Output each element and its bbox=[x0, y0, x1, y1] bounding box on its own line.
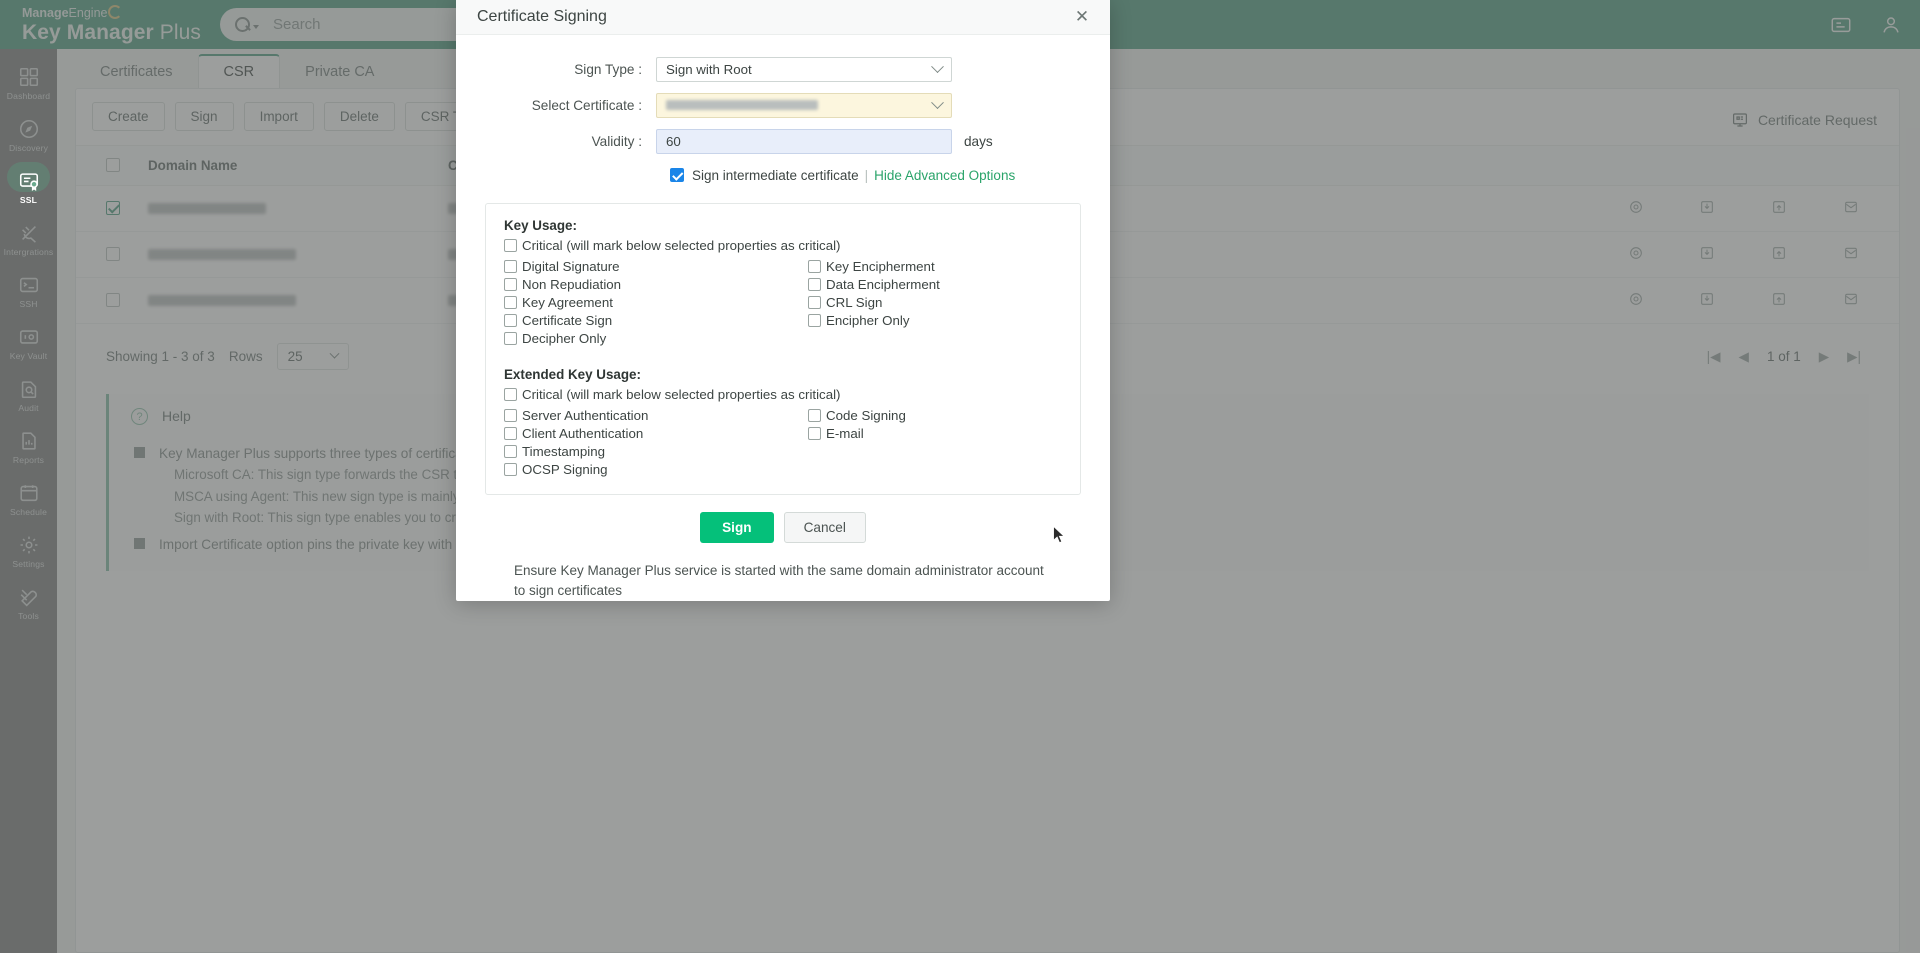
key-usage-decipher-only[interactable]: Decipher Only bbox=[504, 331, 808, 346]
label: Data Encipherment bbox=[826, 277, 940, 292]
checkbox[interactable] bbox=[808, 260, 821, 273]
sign-type-value: Sign with Root bbox=[666, 62, 752, 77]
label: Server Authentication bbox=[522, 408, 648, 423]
validity-row: Validity : 60 days bbox=[480, 129, 1086, 154]
eku-code-signing[interactable]: Code Signing bbox=[808, 408, 1068, 423]
eku-critical-label: Critical (will mark below selected prope… bbox=[522, 387, 840, 402]
label: Key Agreement bbox=[522, 295, 613, 310]
key-usage-columns: Digital Signature Non Repudiation Key Ag… bbox=[504, 256, 1080, 349]
select-certificate-row: Select Certificate : bbox=[480, 93, 1086, 118]
label: Decipher Only bbox=[522, 331, 606, 346]
label: CRL Sign bbox=[826, 295, 882, 310]
eku-right-column: Code Signing E-mail bbox=[808, 405, 1068, 480]
label: Digital Signature bbox=[522, 259, 620, 274]
validity-label: Validity : bbox=[480, 134, 656, 149]
checkbox[interactable] bbox=[504, 409, 517, 422]
eku-email[interactable]: E-mail bbox=[808, 426, 1068, 441]
label: Timestamping bbox=[522, 444, 605, 459]
select-certificate-value bbox=[666, 100, 818, 110]
key-usage-crl-sign[interactable]: CRL Sign bbox=[808, 295, 1068, 310]
mouse-cursor bbox=[1052, 525, 1066, 545]
key-usage-certificate-sign[interactable]: Certificate Sign bbox=[504, 313, 808, 328]
checkbox[interactable] bbox=[808, 427, 821, 440]
checkbox[interactable] bbox=[808, 278, 821, 291]
checkbox[interactable] bbox=[504, 332, 517, 345]
eku-ocsp-signing[interactable]: OCSP Signing bbox=[504, 462, 808, 477]
close-icon[interactable]: ✕ bbox=[1070, 5, 1094, 29]
label: Encipher Only bbox=[826, 313, 910, 328]
dialog-title: Certificate Signing bbox=[477, 8, 1070, 26]
extended-key-usage-title: Extended Key Usage: bbox=[504, 367, 1080, 382]
dialog-body: Sign Type : Sign with Root Select Certif… bbox=[456, 35, 1110, 602]
eku-critical-checkbox[interactable] bbox=[504, 388, 517, 401]
key-usage-encipher-only[interactable]: Encipher Only bbox=[808, 313, 1068, 328]
key-usage-key-agreement[interactable]: Key Agreement bbox=[504, 295, 808, 310]
select-certificate-label: Select Certificate : bbox=[480, 98, 656, 113]
sign-type-select[interactable]: Sign with Root bbox=[656, 57, 952, 82]
key-usage-digital-signature[interactable]: Digital Signature bbox=[504, 259, 808, 274]
select-certificate-select[interactable] bbox=[656, 93, 952, 118]
label: E-mail bbox=[826, 426, 864, 441]
sign-intermediate-checkbox[interactable] bbox=[670, 168, 684, 182]
eku-client-authentication[interactable]: Client Authentication bbox=[504, 426, 808, 441]
sign-submit-button[interactable]: Sign bbox=[700, 512, 773, 543]
key-usage-non-repudiation[interactable]: Non Repudiation bbox=[504, 277, 808, 292]
checkbox[interactable] bbox=[504, 296, 517, 309]
validity-unit: days bbox=[964, 134, 993, 149]
label: Client Authentication bbox=[522, 426, 643, 441]
label: OCSP Signing bbox=[522, 462, 608, 477]
key-usage-title: Key Usage: bbox=[504, 218, 1080, 233]
intermediate-row: Sign intermediate certificate | Hide Adv… bbox=[670, 168, 1086, 183]
certificate-icon bbox=[18, 170, 40, 192]
checkbox[interactable] bbox=[808, 314, 821, 327]
key-usage-critical-checkbox[interactable] bbox=[504, 239, 517, 252]
checkbox[interactable] bbox=[504, 445, 517, 458]
checkbox[interactable] bbox=[504, 260, 517, 273]
advanced-options-box: Key Usage: Critical (will mark below sel… bbox=[485, 203, 1081, 495]
label: Non Repudiation bbox=[522, 277, 621, 292]
eku-critical-row[interactable]: Critical (will mark below selected prope… bbox=[504, 387, 1080, 402]
key-usage-critical-row[interactable]: Critical (will mark below selected prope… bbox=[504, 238, 1080, 253]
key-usage-data-encipherment[interactable]: Data Encipherment bbox=[808, 277, 1068, 292]
chevron-down-icon bbox=[931, 60, 944, 73]
label: Key Encipherment bbox=[826, 259, 935, 274]
sidebar-label-ssl: SSL bbox=[20, 195, 37, 205]
dialog-header: Certificate Signing ✕ bbox=[456, 0, 1110, 35]
sign-type-label: Sign Type : bbox=[480, 62, 656, 77]
key-usage-key-encipherment[interactable]: Key Encipherment bbox=[808, 259, 1068, 274]
checkbox[interactable] bbox=[504, 427, 517, 440]
hide-advanced-options-link[interactable]: Hide Advanced Options bbox=[874, 168, 1015, 183]
eku-left-column: Server Authentication Client Authenticat… bbox=[504, 405, 808, 480]
checkbox[interactable] bbox=[504, 463, 517, 476]
cancel-button[interactable]: Cancel bbox=[784, 512, 866, 543]
key-usage-left-column: Digital Signature Non Repudiation Key Ag… bbox=[504, 256, 808, 349]
key-usage-critical-label: Critical (will mark below selected prope… bbox=[522, 238, 840, 253]
eku-server-authentication[interactable]: Server Authentication bbox=[504, 408, 808, 423]
dialog-actions: Sign Cancel bbox=[480, 512, 1086, 543]
dialog-note: Ensure Key Manager Plus service is start… bbox=[514, 561, 1054, 602]
key-usage-right-column: Key Encipherment Data Encipherment CRL S… bbox=[808, 256, 1068, 349]
sign-intermediate-label: Sign intermediate certificate bbox=[692, 168, 859, 183]
app-root: ManageEngine Key Manager Plus Search bbox=[0, 0, 1920, 953]
section-spacer bbox=[504, 349, 1080, 367]
checkbox[interactable] bbox=[504, 314, 517, 327]
checkbox[interactable] bbox=[808, 296, 821, 309]
checkbox[interactable] bbox=[504, 278, 517, 291]
validity-input[interactable]: 60 bbox=[656, 129, 952, 154]
label: Certificate Sign bbox=[522, 313, 612, 328]
eku-timestamping[interactable]: Timestamping bbox=[504, 444, 808, 459]
certificate-signing-dialog: Certificate Signing ✕ Sign Type : Sign w… bbox=[456, 0, 1110, 601]
label: Code Signing bbox=[826, 408, 906, 423]
checkbox[interactable] bbox=[808, 409, 821, 422]
chevron-down-icon bbox=[931, 96, 944, 109]
sign-type-row: Sign Type : Sign with Root bbox=[480, 57, 1086, 82]
separator: | bbox=[865, 168, 869, 183]
validity-value: 60 bbox=[666, 134, 681, 149]
eku-columns: Server Authentication Client Authenticat… bbox=[504, 405, 1080, 480]
